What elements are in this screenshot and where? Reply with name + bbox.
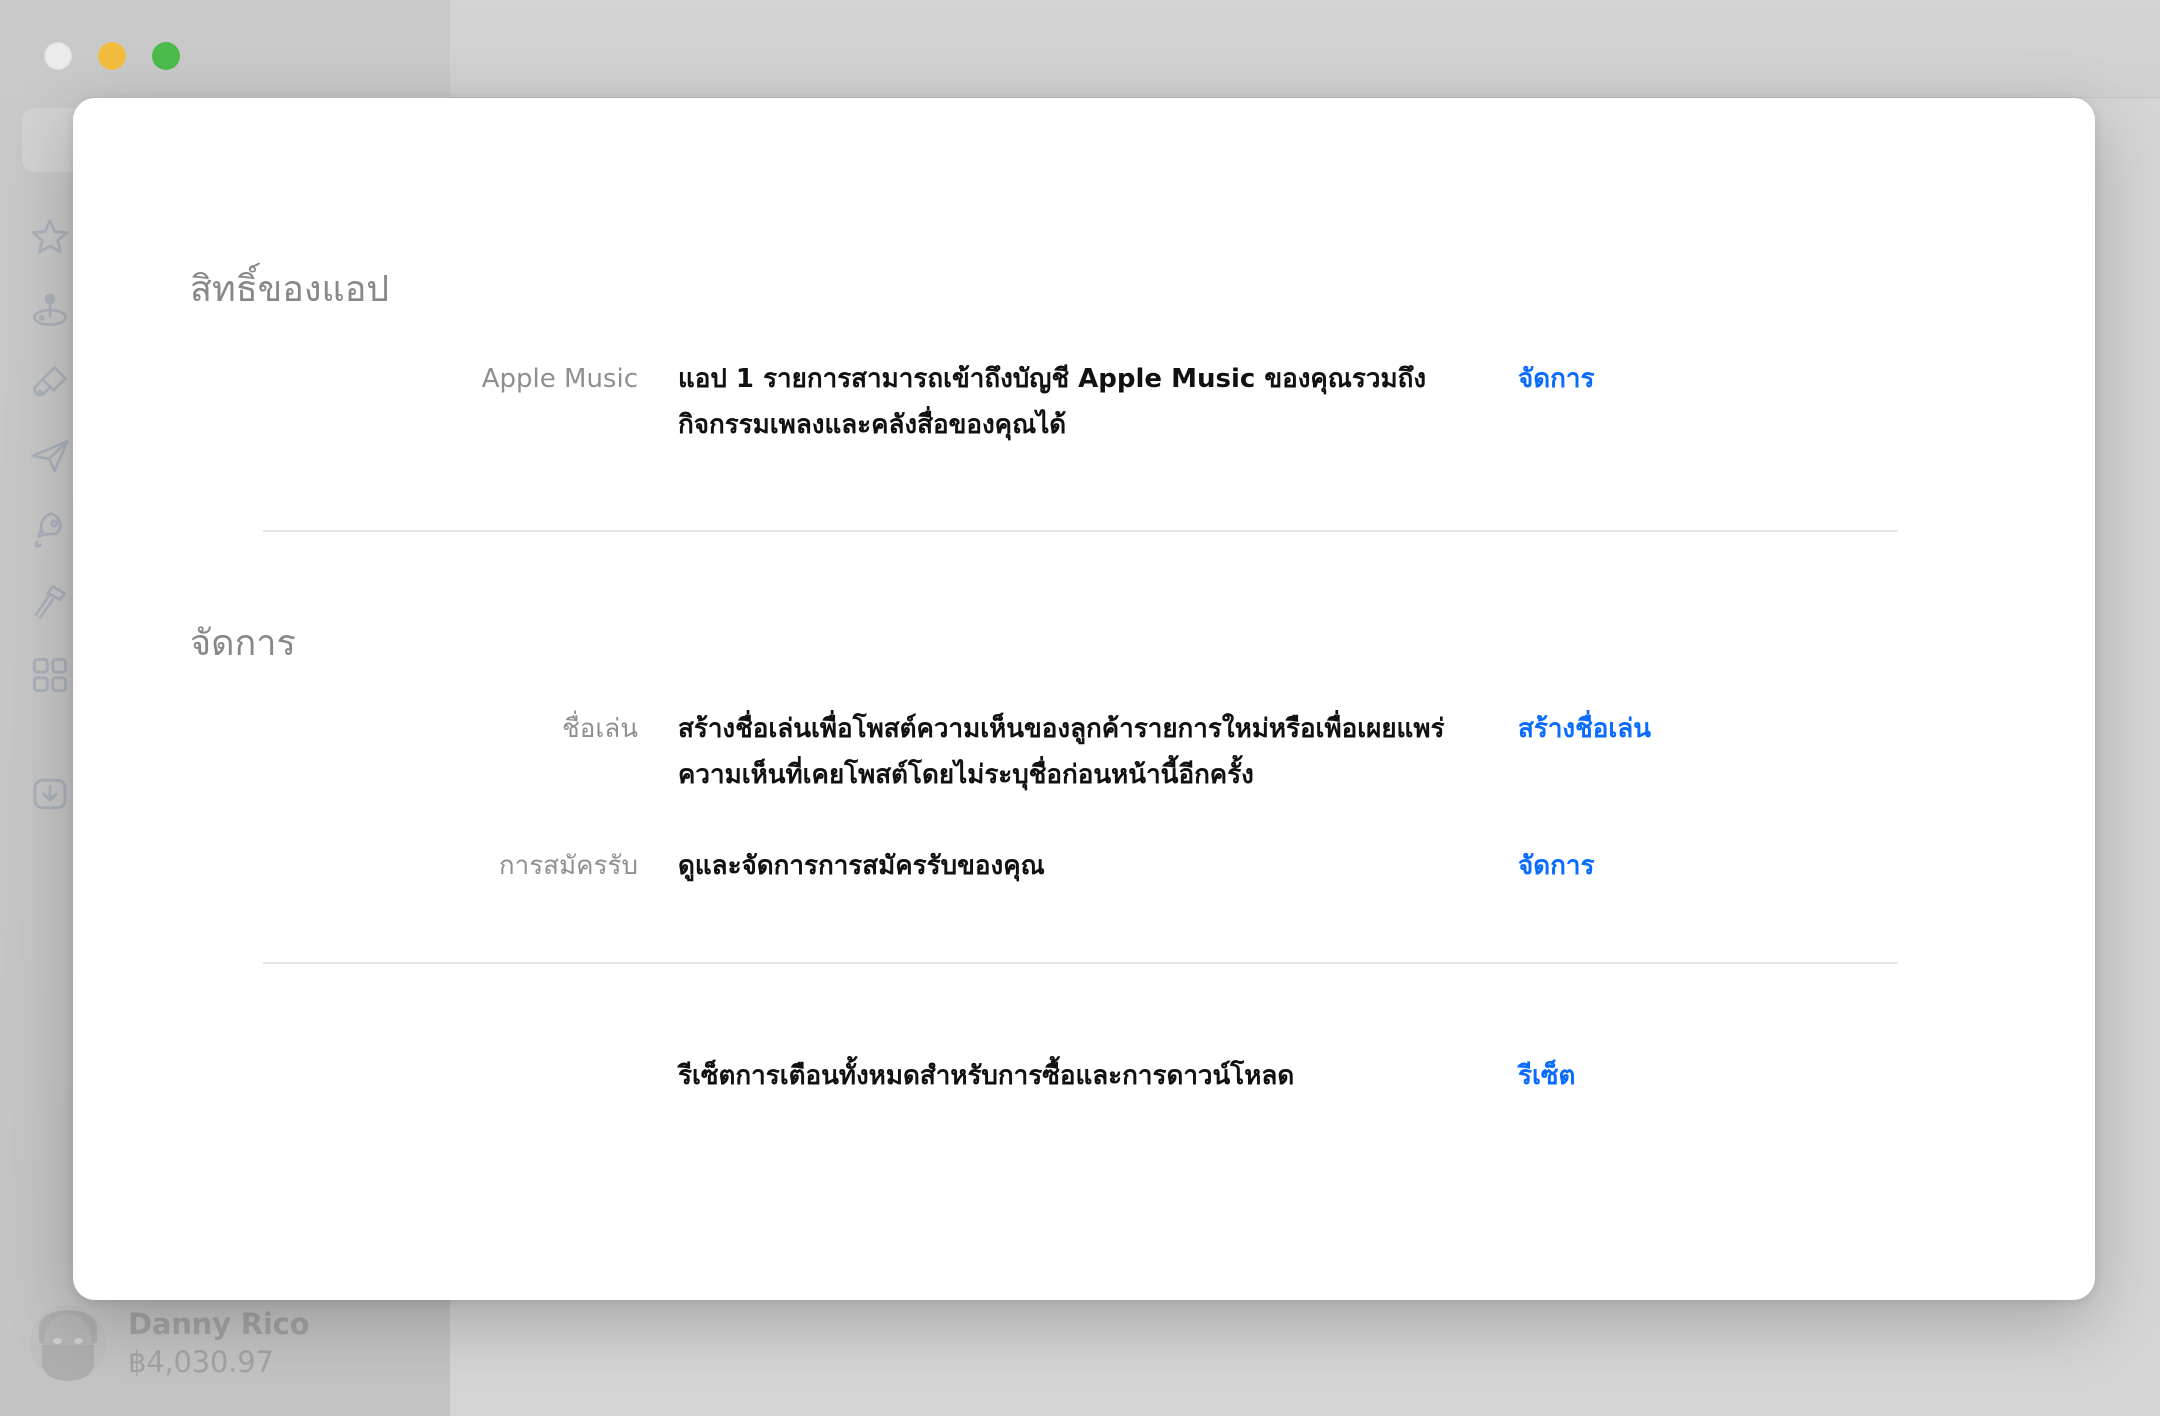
- close-window-button[interactable]: [44, 42, 72, 70]
- screen: Danny Rico ฿4,030.97 สิทธิ์ของแอป Apple …: [0, 0, 2160, 1416]
- manage-apple-music-link[interactable]: จัดการ: [1518, 356, 1594, 448]
- download-icon: [33, 778, 67, 809]
- minimize-window-button[interactable]: [98, 42, 126, 70]
- traffic-lights: [44, 42, 180, 70]
- row-description-nickname: สร้างชื่อเล่นเพื่อโพสต์ความเห็นของลูกค้า…: [678, 714, 1445, 790]
- joystick-icon: [33, 293, 67, 326]
- account-name: Danny Rico: [128, 1306, 310, 1341]
- row-apple-music: Apple Music แอป 1 รายการสามารถเข้าถึงบัญ…: [73, 356, 2095, 448]
- account-balance: ฿4,030.97: [128, 1344, 274, 1379]
- divider-2: [263, 962, 1898, 964]
- row-label-nickname: ชื่อเล่น: [562, 714, 638, 744]
- row-subscriptions: การสมัครรับ ดูและจัดการการสมัครรับของคุณ…: [73, 843, 2095, 889]
- create-nickname-link[interactable]: สร้างชื่อเล่น: [1518, 706, 1651, 798]
- reset-warnings-link[interactable]: รีเซ็ต: [1518, 1053, 1575, 1099]
- star-icon: [31, 218, 69, 254]
- row-nickname: ชื่อเล่น สร้างชื่อเล่นเพื่อโพสต์ความเห็น…: [73, 706, 2095, 798]
- row-label-apple-music: Apple Music: [481, 364, 638, 394]
- row-label-subscriptions: การสมัครรับ: [498, 851, 638, 881]
- rocket-icon: [34, 511, 62, 548]
- grid-icon: [32, 657, 68, 692]
- manage-subscriptions-link[interactable]: จัดการ: [1518, 843, 1594, 889]
- row-description-subscriptions: ดูและจัดการการสมัครรับของคุณ: [678, 851, 1045, 881]
- row-description-apple-music: แอป 1 รายการสามารถเข้าถึงบัญชี Apple Mus…: [678, 364, 1427, 440]
- section-title-app-permissions: สิทธิ์ของแอป: [190, 269, 390, 310]
- row-description-reset: รีเซ็ตการเตือนทั้งหมดสำหรับการซื้อและการ…: [678, 1061, 1295, 1091]
- row-reset-warnings: รีเซ็ตการเตือนทั้งหมดสำหรับการซื้อและการ…: [73, 1053, 2095, 1099]
- account-meta: Danny Rico ฿4,030.97: [128, 1306, 310, 1380]
- section-title-manage: จัดการ: [190, 623, 296, 664]
- divider-1: [263, 530, 1898, 532]
- paintbrush-icon: [33, 365, 67, 397]
- window-titlebar: [450, 0, 2160, 98]
- row-label-reset: [73, 1053, 678, 1099]
- sheet-body: สิทธิ์ของแอป Apple Music แอป 1 รายการสาม…: [73, 98, 2095, 1204]
- avatar: [30, 1305, 106, 1381]
- paper-plane-icon: [31, 439, 69, 472]
- hammer-icon: [34, 584, 67, 619]
- account-chip[interactable]: Danny Rico ฿4,030.97: [30, 1305, 310, 1381]
- account-settings-sheet: สิทธิ์ของแอป Apple Music แอป 1 รายการสาม…: [73, 98, 2095, 1300]
- zoom-window-button[interactable]: [152, 42, 180, 70]
